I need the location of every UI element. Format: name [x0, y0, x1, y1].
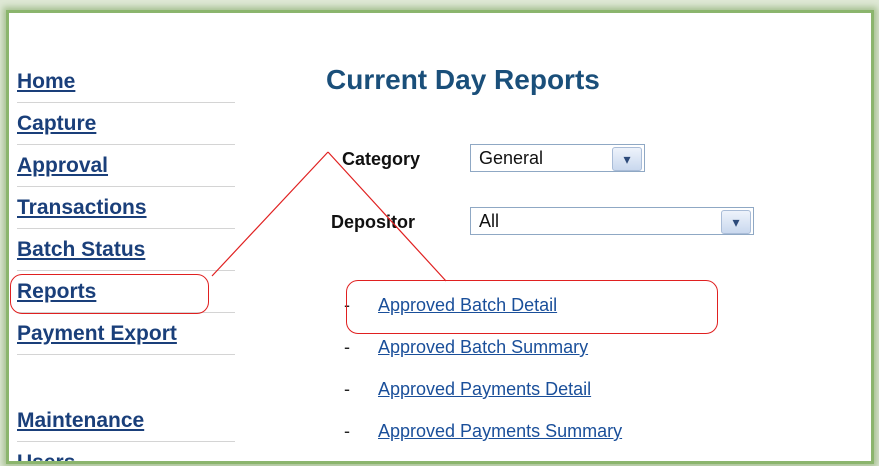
screenshot-frame: Home Capture Approval Transactions Batch…: [6, 10, 874, 464]
annotation-connector-lines: [211, 151, 447, 282]
annotation-line-left: [211, 151, 329, 277]
annotation-line-right: [327, 151, 447, 282]
